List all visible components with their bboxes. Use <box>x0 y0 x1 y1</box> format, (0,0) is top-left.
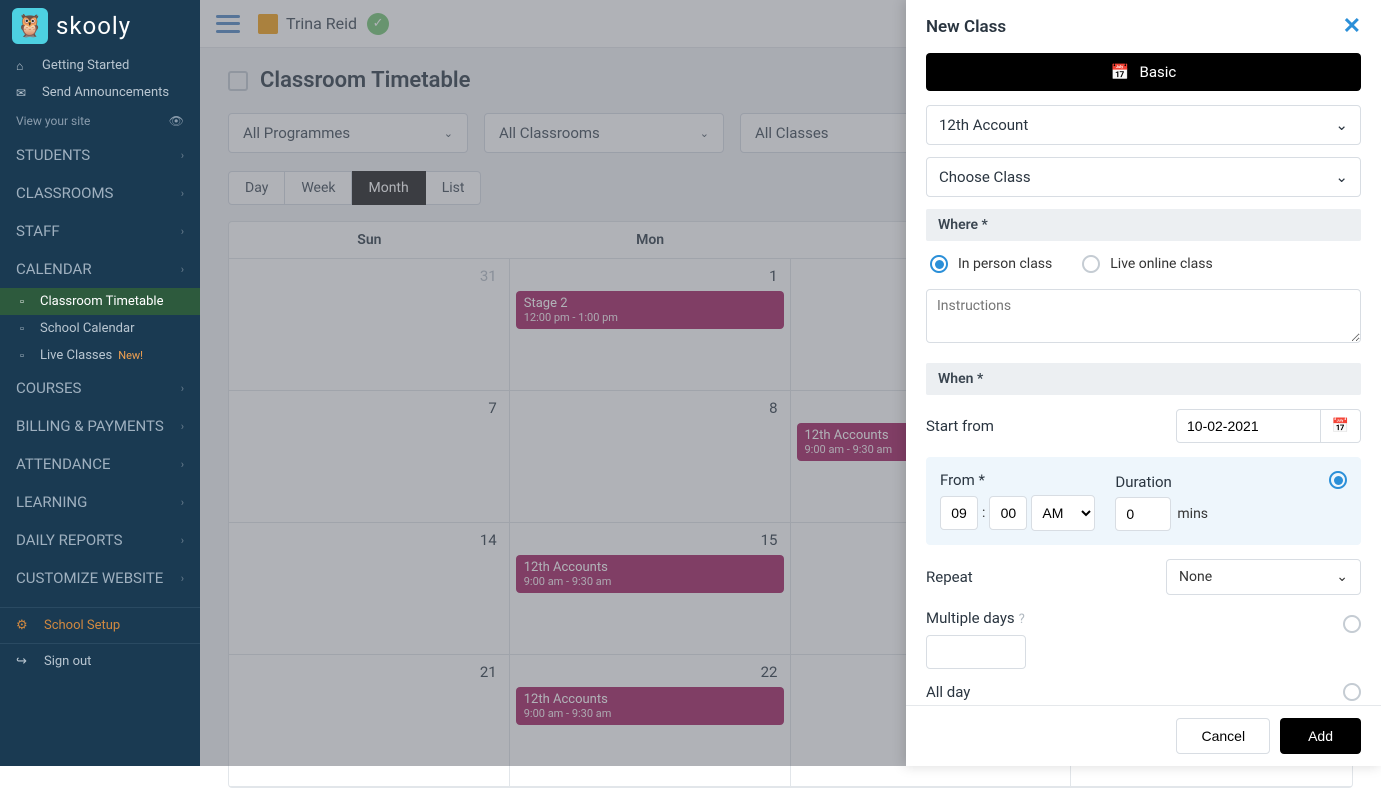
chevron-right-icon: › <box>181 458 184 471</box>
sidebar-section[interactable]: DAILY REPORTS› <box>0 521 200 559</box>
signout-link[interactable]: ↪ Sign out <box>0 643 200 679</box>
where-section-label: Where * <box>926 209 1361 241</box>
help-icon[interactable]: ? <box>1019 612 1025 627</box>
panel-title: New Class <box>926 17 1006 37</box>
sidebar-section[interactable]: BILLING & PAYMENTS› <box>0 407 200 445</box>
dot-icon: ▫ <box>20 349 24 362</box>
ampm-select[interactable]: AM <box>1031 495 1095 531</box>
chevron-right-icon: › <box>181 225 184 238</box>
from-label: From * <box>940 471 1095 489</box>
account-select[interactable]: 12th Account ⌄ <box>926 105 1361 145</box>
logo[interactable]: 🦉 skooly <box>0 0 200 52</box>
multiple-days-input[interactable] <box>926 635 1026 669</box>
time-block: From * : AM Duration mins <box>926 457 1361 545</box>
multiple-days-label: Multiple days? <box>926 609 1026 627</box>
calendar-icon: 📅 <box>1332 418 1349 434</box>
instructions-textarea[interactable] <box>926 289 1361 343</box>
link-icon: ✉ <box>16 86 34 100</box>
brand-text: skooly <box>56 12 131 40</box>
in-person-radio[interactable]: In person class <box>930 255 1052 273</box>
new-class-panel: New Class ✕ 📅 Basic 12th Account ⌄ Choos… <box>906 0 1381 766</box>
chevron-right-icon: › <box>181 263 184 276</box>
chevron-right-icon: › <box>181 496 184 509</box>
owl-icon: 🦉 <box>12 8 48 44</box>
chevron-down-icon: ⌄ <box>1335 168 1348 186</box>
when-section-label: When * <box>926 363 1361 395</box>
chevron-right-icon: › <box>181 187 184 200</box>
sidebar-subitem[interactable]: ▫Live ClassesNew! <box>0 342 200 369</box>
chevron-right-icon: › <box>181 420 184 433</box>
mins-label: mins <box>1177 506 1208 522</box>
hour-input[interactable] <box>940 496 978 530</box>
start-from-label: Start from <box>926 417 994 435</box>
sidebar-quick-link[interactable]: ⌂Getting Started <box>0 52 200 79</box>
school-setup-link[interactable]: ⚙ School Setup <box>0 607 200 643</box>
sidebar-section[interactable]: COURSES› <box>0 369 200 407</box>
date-picker-button[interactable]: 📅 <box>1321 409 1361 443</box>
sidebar-quick-link[interactable]: ✉Send Announcements <box>0 79 200 106</box>
chevron-down-icon: ⌄ <box>1336 569 1348 585</box>
class-select[interactable]: Choose Class ⌄ <box>926 157 1361 197</box>
dot-icon: ▫ <box>20 322 24 335</box>
add-button[interactable]: Add <box>1280 718 1361 754</box>
cancel-button[interactable]: Cancel <box>1176 718 1270 754</box>
basic-tab[interactable]: 📅 Basic <box>926 53 1361 91</box>
dot-icon: ▫ <box>20 295 24 308</box>
online-radio[interactable]: Live online class <box>1082 255 1212 273</box>
sidebar-section[interactable]: CLASSROOMS› <box>0 174 200 212</box>
sidebar-section[interactable]: STUDENTS› <box>0 136 200 174</box>
start-date-input[interactable] <box>1176 409 1321 443</box>
sidebar-section[interactable]: CALENDAR› <box>0 250 200 288</box>
eye-icon: 👁 <box>169 114 184 128</box>
minute-input[interactable] <box>989 496 1027 530</box>
link-icon: ⌂ <box>16 59 34 73</box>
gear-icon: ⚙ <box>16 618 34 633</box>
duration-label: Duration <box>1115 473 1208 491</box>
multiple-days-radio[interactable] <box>1343 615 1361 633</box>
sidebar-section[interactable]: ATTENDANCE› <box>0 445 200 483</box>
sidebar-subitem[interactable]: ▫School Calendar <box>0 315 200 342</box>
close-icon[interactable]: ✕ <box>1343 14 1361 39</box>
chevron-right-icon: › <box>181 534 184 547</box>
radio-icon <box>930 255 948 273</box>
allday-radio[interactable] <box>1343 683 1361 701</box>
signout-icon: ↪ <box>16 654 34 669</box>
sidebar-section[interactable]: LEARNING› <box>0 483 200 521</box>
duration-input[interactable] <box>1115 497 1171 531</box>
repeat-select[interactable]: None ⌄ <box>1166 559 1361 595</box>
allday-label: All day <box>926 683 970 701</box>
time-mode-radio[interactable] <box>1329 471 1347 489</box>
chevron-right-icon: › <box>181 572 184 585</box>
sidebar: 🦉 skooly ⌂Getting Started✉Send Announcem… <box>0 0 200 766</box>
sidebar-section[interactable]: CUSTOMIZE WEBSITE› <box>0 559 200 597</box>
repeat-label: Repeat <box>926 568 973 586</box>
calendar-icon: 📅 <box>1111 63 1130 81</box>
sidebar-section[interactable]: STAFF› <box>0 212 200 250</box>
chevron-down-icon: ⌄ <box>1335 116 1348 134</box>
sidebar-subitem[interactable]: ▫Classroom Timetable <box>0 288 200 315</box>
radio-icon <box>1082 255 1100 273</box>
view-site-link[interactable]: View your site 👁 <box>0 106 200 136</box>
chevron-right-icon: › <box>181 149 184 162</box>
chevron-right-icon: › <box>181 382 184 395</box>
